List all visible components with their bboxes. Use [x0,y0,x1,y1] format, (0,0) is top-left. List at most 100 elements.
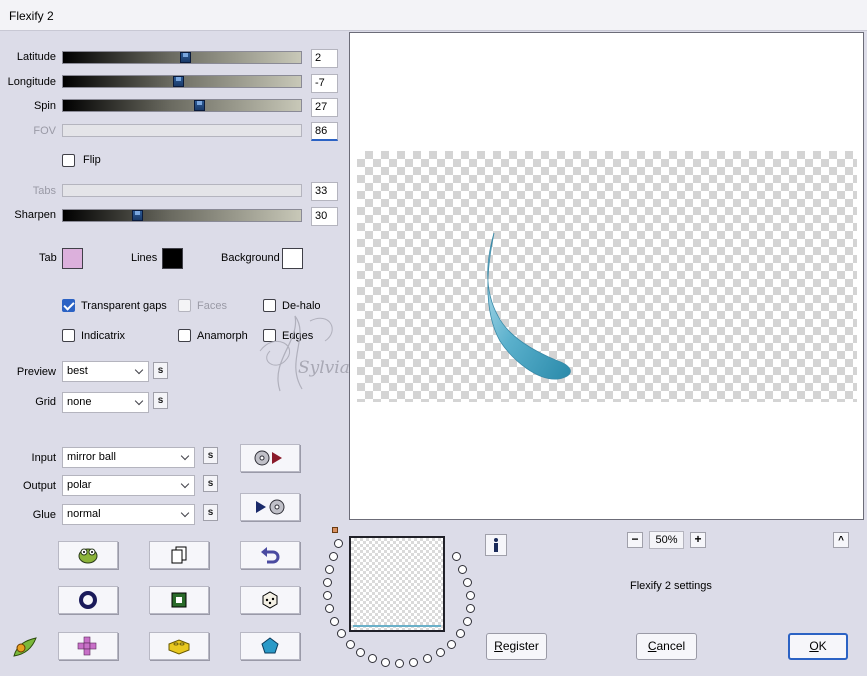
chevron-down-icon [180,508,190,518]
navigator-dot[interactable] [458,565,467,574]
output-select-value: polar [67,479,92,491]
transparent-gaps-label: Transparent gaps [81,300,167,312]
tab-color-swatch[interactable] [62,248,83,269]
latitude-value-field[interactable]: 2 [311,49,338,68]
ring-icon [79,591,97,609]
navigator-dot[interactable] [325,604,334,613]
navigator-dot[interactable] [466,591,475,600]
output-to-input-button[interactable] [240,493,300,521]
navigator-dot[interactable] [325,565,334,574]
navigator-dot[interactable] [368,654,377,663]
longitude-slider[interactable] [62,75,302,88]
zoom-in-button[interactable]: + [690,532,706,548]
navigator-dot[interactable] [334,539,343,548]
input-s-button[interactable]: s [203,447,218,464]
navigator-dot[interactable] [409,658,418,667]
copy-button[interactable] [149,541,209,569]
scroll-up-button[interactable]: ^ [833,532,849,548]
tabs-slider [62,184,302,197]
undo-button[interactable] [240,541,300,569]
navigator-dot[interactable] [452,552,461,561]
title-bar: Flexify 2 [0,0,867,31]
cross-button[interactable] [58,632,118,660]
fov-value-field[interactable]: 86 [311,122,338,141]
preview-s-button[interactable]: s [153,362,168,379]
sharpen-slider[interactable] [62,209,302,222]
spin-slider-thumb[interactable] [194,100,205,111]
preview-select-value: best [67,365,88,377]
navigator-dot[interactable] [329,552,338,561]
navigator-dot[interactable] [463,578,472,587]
cancel-button[interactable]: Cancel [636,633,697,660]
zoom-out-button[interactable]: − [627,532,643,548]
longitude-value-field[interactable]: -7 [311,74,338,93]
tabs-label: Tabs [32,185,56,197]
background-color-swatch[interactable] [282,248,303,269]
undo-arrow-icon [261,547,280,564]
ring-button[interactable] [58,586,118,614]
transparent-gaps-checkbox[interactable] [62,299,75,312]
output-s-button[interactable]: s [203,475,218,492]
dice-button[interactable] [240,586,300,614]
tabs-value-field[interactable]: 33 [311,182,338,201]
chevron-down-icon [180,479,190,489]
flip-label: Flip [83,154,101,166]
navigator-dot[interactable] [466,604,475,613]
random-button[interactable] [58,541,118,569]
settings-name: Flexify 2 settings [630,580,712,592]
navigator-dot[interactable] [337,629,346,638]
brick-button[interactable] [149,632,209,660]
spin-label: Spin [33,100,56,112]
navigator-dot[interactable] [323,578,332,587]
navigator-dot[interactable] [423,654,432,663]
grid-s-button[interactable]: s [153,392,168,409]
navigator-dot[interactable] [463,617,472,626]
navigator-dot[interactable] [447,640,456,649]
navigator-dot[interactable] [436,648,445,657]
preview-select[interactable]: best [62,361,149,382]
anamorph-checkbox[interactable] [178,329,191,342]
latitude-slider-thumb[interactable] [180,52,191,63]
info-button[interactable] [485,534,507,556]
navigator-dot[interactable] [356,648,365,657]
navigator-dot[interactable] [395,659,404,668]
glue-s-button[interactable]: s [203,504,218,521]
register-mnemonic: R [494,639,503,653]
lines-color-label: Lines [131,252,158,264]
grid-select[interactable]: none [62,392,149,413]
navigator-dot[interactable] [323,591,332,600]
cross-icon [77,636,97,656]
latitude-slider[interactable] [62,51,302,64]
navigator-dot[interactable] [456,629,465,638]
navigator-dot[interactable] [346,640,355,649]
output-label: Output [22,480,56,492]
glue-select[interactable]: normal [62,504,195,525]
sharpen-value-field[interactable]: 30 [311,207,338,226]
navigator-thumbnail[interactable] [349,536,445,632]
spin-value-field[interactable]: 27 [311,98,338,117]
input-select[interactable]: mirror ball [62,447,195,468]
ok-button[interactable]: OK [788,633,848,660]
longitude-slider-thumb[interactable] [173,76,184,87]
flip-checkbox[interactable] [62,154,75,167]
cancel-label: ancel [656,639,686,653]
register-label: egister [502,639,539,653]
copy-icon [171,546,187,564]
lines-color-swatch[interactable] [162,248,183,269]
navigator-dot[interactable] [330,617,339,626]
input-label: Input [31,452,56,464]
navigator-marker[interactable] [332,527,338,533]
output-select[interactable]: polar [62,475,195,496]
register-button[interactable]: Register [486,633,547,660]
spin-slider[interactable] [62,99,302,112]
preview-canvas[interactable] [349,32,864,520]
navigator-dot[interactable] [381,658,390,667]
input-to-output-button[interactable] [240,444,300,472]
indicatrix-checkbox[interactable] [62,329,75,342]
arrow-disc-icon [256,499,285,515]
sharpen-slider-thumb[interactable] [132,210,143,221]
zoom-level: 50% [649,531,684,549]
frame-button[interactable] [149,586,209,614]
dice-icon [262,591,278,609]
polyhedron-button[interactable] [240,632,300,660]
